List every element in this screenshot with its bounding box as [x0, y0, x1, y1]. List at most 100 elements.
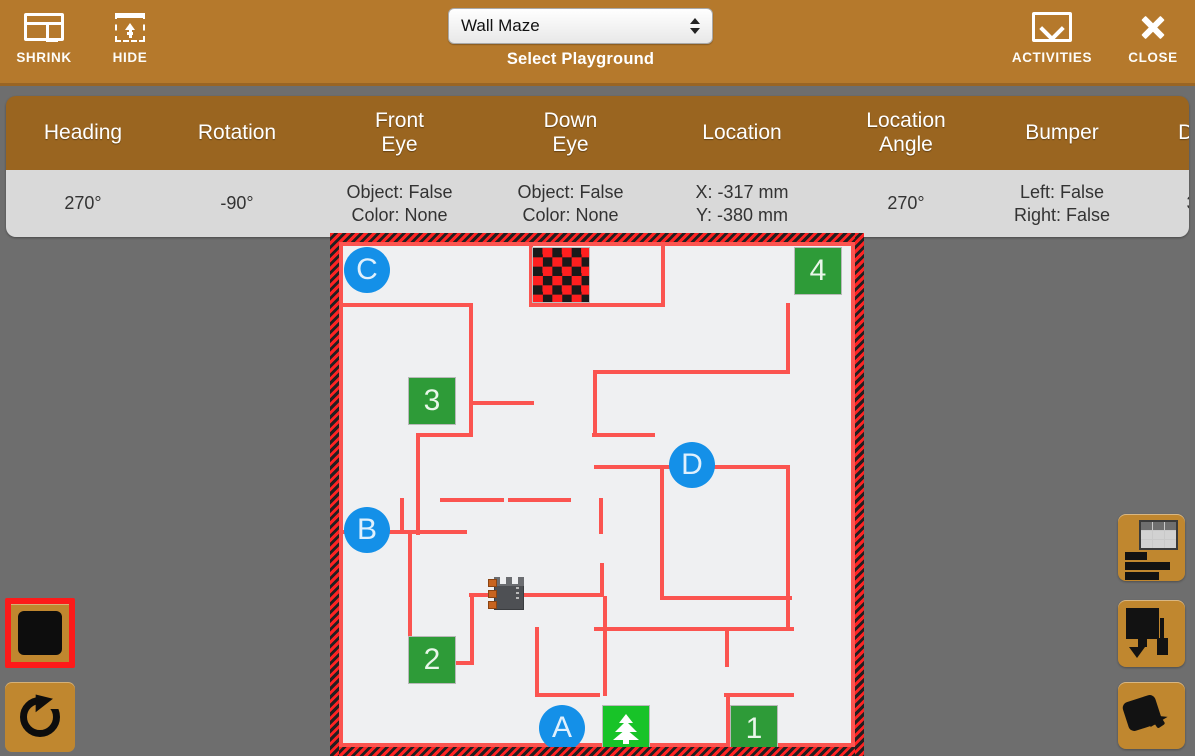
maze-wall	[469, 303, 473, 437]
marker-home[interactable]	[602, 705, 650, 753]
playground-select-value: Wall Maze	[461, 16, 540, 35]
column-header-rotation: Rotation	[160, 96, 314, 170]
marker-2[interactable]: 2	[408, 636, 456, 684]
shrink-button[interactable]: SHRINK	[0, 6, 90, 65]
maze-wall	[786, 303, 790, 370]
table-row: 270° -90° Object: False Color: None Obje…	[6, 170, 1189, 237]
column-header-down-eye: Down Eye	[485, 96, 656, 170]
reset-button[interactable]	[5, 682, 75, 752]
select-playground-caption: Select Playground	[506, 50, 655, 68]
data-table-button[interactable]	[1118, 514, 1185, 581]
shrink-icon	[24, 6, 64, 48]
cell-rotation: -90°	[160, 170, 314, 237]
column-header-bumper: Bumper	[984, 96, 1140, 170]
activities-label: ACTIVITIES	[1011, 50, 1093, 65]
column-header-location-angle: Location Angle	[828, 96, 984, 170]
marker-label: A	[551, 711, 572, 744]
hide-icon	[115, 6, 145, 48]
maze-wall	[535, 627, 539, 697]
maze-wall	[660, 465, 664, 597]
activities-icon	[1032, 6, 1072, 48]
marker-label: D	[681, 448, 703, 481]
robot-sprite[interactable]	[488, 577, 524, 610]
maze-wall	[724, 693, 794, 697]
marker-4[interactable]: 4	[794, 247, 842, 295]
close-icon	[1138, 6, 1168, 48]
tree-icon	[613, 714, 639, 744]
maze-wall	[400, 498, 404, 534]
cell-front-eye: Object: False Color: None	[314, 170, 485, 237]
maze-wall	[535, 693, 600, 697]
shrink-label: SHRINK	[16, 50, 72, 65]
cell-distance: 350 mm	[1140, 170, 1189, 237]
maze-wall	[469, 401, 534, 405]
maze-playground[interactable]: C 4 3 D B 2 A 1	[330, 233, 864, 756]
cell-down-eye: Object: False Color: None	[485, 170, 656, 237]
marker-label: C	[356, 253, 378, 286]
maze-wall	[339, 693, 343, 747]
maze-wall	[660, 596, 792, 600]
marker-1[interactable]: 1	[730, 705, 778, 753]
column-header-location: Location	[656, 96, 828, 170]
cell-location-angle: 270°	[828, 170, 984, 237]
marker-c[interactable]: C	[344, 247, 390, 293]
checkered-flag-icon	[532, 247, 590, 303]
maze-border-bottom	[330, 747, 864, 756]
activities-button[interactable]: ACTIVITIES	[1006, 6, 1098, 65]
paint-button[interactable]	[1118, 682, 1185, 749]
maze-wall	[599, 498, 603, 534]
table-header-row: Heading Rotation Front Eye Down Eye Loca…	[6, 96, 1189, 170]
maze-wall	[594, 627, 794, 631]
cell-location: X: -317 mm Y: -380 mm	[656, 170, 828, 237]
cell-bumper: Left: False Right: False	[984, 170, 1140, 237]
close-button[interactable]: CLOSE	[1107, 6, 1195, 65]
maze-wall	[339, 242, 343, 747]
maze-wall	[529, 303, 665, 307]
marker-label: 4	[809, 254, 827, 287]
maze-wall	[416, 433, 473, 437]
column-header-distance: Distance	[1140, 96, 1189, 170]
color-swatch-button[interactable]	[5, 598, 75, 668]
marker-label: 1	[745, 712, 763, 745]
maze-wall	[592, 433, 655, 437]
marker-b[interactable]: B	[344, 507, 390, 553]
playground-selector: Wall Maze Select Playground	[448, 8, 713, 69]
maze-wall	[339, 242, 855, 246]
cell-heading: 270°	[6, 170, 160, 237]
maze-wall	[600, 563, 604, 597]
sensor-readout-table: Heading Rotation Front Eye Down Eye Loca…	[6, 96, 1189, 237]
maze-wall	[470, 593, 474, 665]
marker-label: B	[356, 513, 377, 546]
column-header-front-eye: Front Eye	[314, 96, 485, 170]
maze-wall	[603, 596, 607, 696]
marker-a[interactable]: A	[539, 705, 585, 751]
maze-wall	[508, 498, 571, 502]
marker-3[interactable]: 3	[408, 377, 456, 425]
playground-select[interactable]: Wall Maze	[448, 8, 713, 44]
maze-wall	[593, 370, 597, 436]
hide-label: HIDE	[112, 50, 148, 65]
monitor-icon	[1118, 600, 1185, 667]
maze-border-left	[330, 233, 339, 756]
top-toolbar: SHRINK HIDE Wall Maze Select Playground …	[0, 0, 1195, 86]
close-label: CLOSE	[1128, 50, 1178, 65]
column-header-heading: Heading	[6, 96, 160, 170]
marker-d[interactable]: D	[669, 442, 715, 488]
data-table-icon	[1118, 514, 1185, 581]
maze-border-right	[855, 233, 864, 756]
monitor-button[interactable]	[1118, 600, 1185, 667]
maze-wall	[593, 370, 790, 374]
hide-button[interactable]: HIDE	[84, 6, 176, 65]
marker-label: 2	[423, 643, 441, 676]
updown-arrows-icon	[690, 15, 700, 37]
maze-border-top	[330, 233, 864, 242]
maze-wall	[661, 242, 665, 304]
maze-wall	[786, 465, 790, 630]
maze-wall	[416, 433, 420, 535]
maze-wall	[440, 498, 504, 502]
black-square-icon	[18, 611, 62, 655]
marker-label: 3	[423, 384, 441, 417]
maze-wall	[339, 303, 473, 307]
paint-can-icon	[1118, 682, 1185, 749]
reset-rotate-icon	[17, 687, 63, 740]
